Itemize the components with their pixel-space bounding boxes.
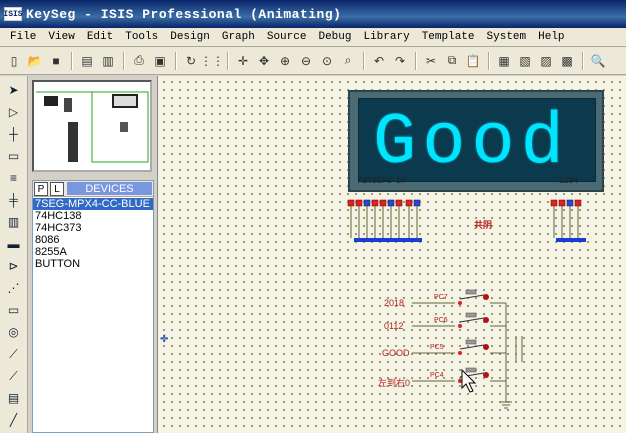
segment-pins[interactable]: [347, 199, 422, 242]
button-label-0112: 0112: [384, 321, 404, 331]
button-label-good: GOOD: [382, 348, 410, 358]
common-cathode-label: 共阴: [474, 220, 493, 230]
button-label-scroll: 左到右0: [378, 378, 411, 388]
port-label-pc6: PC6: [434, 317, 448, 324]
push-button[interactable]: [458, 289, 489, 305]
digit-pins[interactable]: [550, 199, 586, 242]
port-label-pc5: PC5: [430, 344, 444, 351]
origin-marker-icon: ✜: [160, 334, 169, 345]
push-button[interactable]: [458, 312, 489, 328]
push-button[interactable]: [458, 339, 489, 355]
mouse-pointer-icon: [461, 368, 477, 393]
port-label-pc4: PC4: [430, 372, 444, 379]
button-label-2018: 2018: [384, 298, 405, 308]
port-label-pc7: PC7: [434, 294, 448, 301]
schematic-wiring: [347, 199, 586, 409]
button-circuits: [412, 302, 523, 409]
